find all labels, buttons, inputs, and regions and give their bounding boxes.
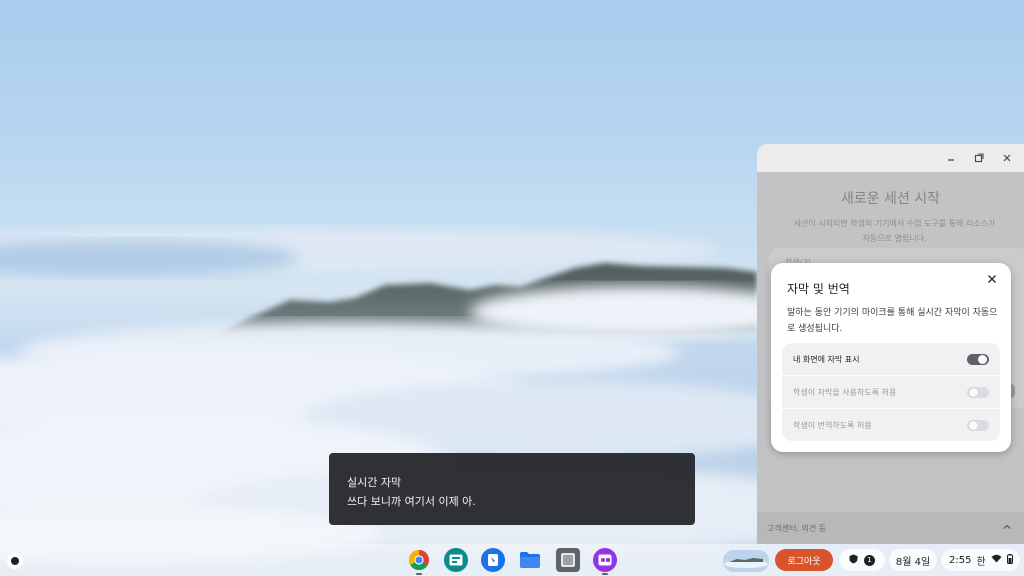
screencast-icon[interactable]: [593, 548, 617, 572]
setting-show-captions[interactable]: 내 화면에 자막 표시: [782, 343, 1000, 375]
setting-label: 학생이 자막을 사용하도록 허용: [793, 387, 897, 397]
classroom-tools-icon[interactable]: [444, 548, 468, 572]
caption-title: 실시간 자막: [347, 476, 402, 489]
panel-titlebar: [757, 144, 1024, 172]
allow-student-translation-toggle[interactable]: [967, 419, 989, 431]
dialog-description: 말하는 동안 기기의 마이크를 통해 실시간 자막이 자동으로 생성됩니다.: [787, 308, 998, 334]
help-feedback-label: 고객센터, 의견 등: [767, 523, 827, 533]
close-icon[interactable]: [1000, 151, 1014, 165]
live-caption-bubble: 실시간 자막 쓰다 보니까 여기서 이제 아.: [329, 453, 695, 525]
date-pod[interactable]: 8월 4일: [889, 549, 937, 571]
show-captions-toggle[interactable]: [967, 353, 989, 365]
notification-pod[interactable]: 1: [839, 549, 885, 571]
launcher-icon: [11, 557, 19, 565]
app-running-indicator: [602, 573, 608, 575]
chrome-icon[interactable]: [407, 548, 431, 572]
desk-preview-button[interactable]: [723, 550, 769, 572]
setting-allow-student-translation[interactable]: 학생이 번역하도록 허용: [782, 409, 1000, 441]
notification-count-badge: 1: [864, 554, 875, 566]
chevron-up-icon[interactable]: [1002, 522, 1012, 534]
launcher-button[interactable]: [7, 553, 23, 569]
setting-label: 학생이 번역하도록 허용: [793, 420, 872, 430]
ime-label: 한: [976, 556, 986, 568]
wifi-icon: [991, 554, 1002, 566]
dialog-close-icon[interactable]: [984, 273, 1000, 289]
files-icon[interactable]: [518, 548, 542, 572]
docs-app-icon[interactable]: [481, 548, 505, 572]
setting-label: 내 화면에 자막 표시: [793, 354, 860, 364]
battery-icon: [1006, 553, 1013, 567]
app-running-indicator: [416, 573, 422, 575]
settings-app-icon[interactable]: [556, 548, 580, 572]
caption-text: 쓰다 보니까 여기서 이제 아.: [347, 495, 476, 508]
panel-description: 세션이 시작되면 학생의 기기에서 수업 도구를 통해 리소스가 자동으로 열립…: [793, 219, 996, 243]
allow-student-captions-toggle[interactable]: [967, 386, 989, 398]
shield-icon: [849, 554, 858, 567]
logout-button[interactable]: 로그아웃: [775, 549, 833, 571]
shelf: 로그아웃 1 8월 4일 2:55 한: [0, 544, 1024, 576]
captions-translation-dialog: 자막 및 번역 말하는 동안 기기의 마이크를 통해 실시간 자막이 자동으로 …: [771, 263, 1011, 452]
setting-allow-student-captions[interactable]: 학생이 자막을 사용하도록 허용: [782, 376, 1000, 408]
status-area-pod[interactable]: 2:55 한: [941, 549, 1020, 571]
restore-icon[interactable]: [972, 151, 986, 165]
dialog-title: 자막 및 번역: [787, 282, 850, 296]
time-label: 2:55: [949, 554, 972, 566]
panel-footer[interactable]: 고객센터, 의견 등: [757, 512, 1024, 544]
panel-heading: 새로운 세션 시작: [840, 191, 941, 207]
minimize-icon[interactable]: [944, 151, 958, 165]
